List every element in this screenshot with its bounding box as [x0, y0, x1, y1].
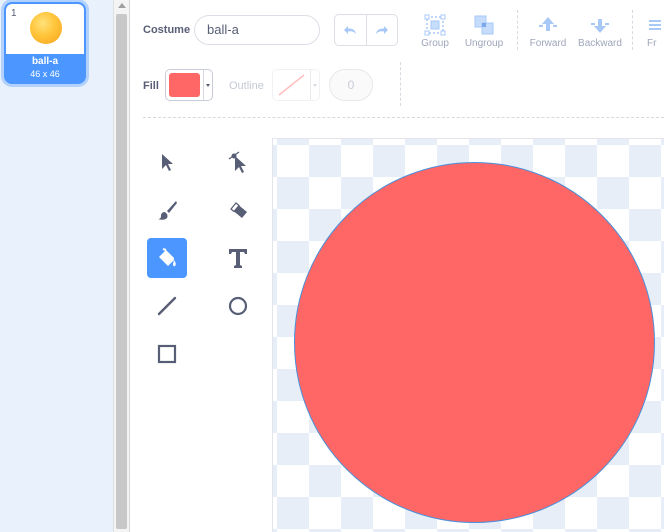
chevron-down-icon [313, 83, 317, 87]
fill-dropdown-caret[interactable] [203, 70, 212, 100]
select-tool-button[interactable] [147, 142, 187, 182]
costume-number: 1 [11, 8, 17, 19]
rectangle-icon [157, 344, 177, 364]
ungroup-label: Ungroup [464, 38, 504, 49]
group-icon [424, 14, 446, 36]
scrollbar-thumb[interactable] [116, 14, 127, 529]
eraser-tool-button[interactable] [218, 190, 258, 230]
forward-button[interactable]: Forward [528, 12, 568, 49]
ball-thumbnail-image [30, 12, 62, 44]
backward-arrow-icon [591, 19, 609, 33]
ungroup-button[interactable]: Ungroup [461, 12, 507, 49]
backward-button[interactable]: Backward [576, 12, 624, 49]
undo-button[interactable] [335, 15, 366, 45]
fill-tool-button[interactable] [147, 238, 187, 278]
undo-icon [344, 26, 357, 34]
costume-list-scrollbar[interactable] [113, 0, 130, 532]
brush-icon [158, 201, 177, 220]
forward-arrow-icon [539, 17, 557, 31]
costume-tile[interactable]: 1 ball-a 46 x 46 [4, 2, 86, 84]
front-label: Fr [647, 38, 657, 49]
paint-editor: Costume ball-a Group Ungroup Forward Bac… [131, 0, 664, 532]
costume-tile-size: 46 x 46 [30, 69, 60, 79]
undo-redo-group [334, 14, 398, 46]
costume-list: 1 ball-a 46 x 46 [0, 0, 113, 532]
toolbar-divider [632, 10, 633, 50]
fill-label: Fill [143, 80, 159, 92]
outline-label: Outline [229, 80, 264, 92]
line-tool-button[interactable] [147, 286, 187, 326]
costume-tile-name: ball-a [31, 56, 59, 67]
text-tool-button[interactable] [218, 238, 258, 278]
line-icon [157, 296, 177, 316]
drawing-canvas[interactable] [272, 138, 664, 532]
eraser-icon [230, 202, 247, 218]
fill-color-swatch [169, 73, 200, 97]
reshape-tool-button[interactable] [218, 142, 258, 182]
group-label: Group [421, 38, 449, 49]
scroll-up-arrow-icon[interactable] [118, 3, 126, 8]
costume-thumbnail: 1 [6, 4, 84, 54]
fill-bucket-icon [159, 248, 176, 267]
rectangle-tool-button[interactable] [147, 334, 187, 374]
toolbar-divider [517, 10, 518, 50]
forward-label: Forward [529, 38, 567, 49]
fill-row-divider [400, 62, 401, 106]
toolbar-bottom-divider [143, 117, 664, 118]
costume-label: Costume [143, 24, 191, 36]
reshape-icon [228, 151, 246, 173]
redo-icon [375, 26, 388, 34]
costume-name-input[interactable]: ball-a [194, 15, 320, 45]
backward-label: Backward [578, 38, 622, 49]
outline-color-picker[interactable] [272, 69, 320, 101]
circle-icon [228, 296, 248, 316]
circle-tool-button[interactable] [218, 286, 258, 326]
select-arrow-icon [162, 154, 173, 171]
outline-dropdown-caret[interactable] [310, 70, 319, 100]
fill-color-picker[interactable] [165, 69, 213, 101]
outline-width-input[interactable]: 0 [329, 69, 373, 101]
no-color-icon [278, 74, 305, 96]
group-button[interactable]: Group [418, 12, 452, 49]
text-icon [229, 249, 247, 268]
brush-tool-button[interactable] [147, 190, 187, 230]
front-button[interactable]: Fr [647, 12, 664, 49]
outline-color-swatch [276, 73, 307, 97]
ungroup-icon [474, 15, 494, 35]
chevron-down-icon [206, 83, 210, 87]
redo-button[interactable] [365, 15, 398, 45]
red-circle-shape[interactable] [294, 162, 655, 523]
front-icon [649, 20, 661, 30]
